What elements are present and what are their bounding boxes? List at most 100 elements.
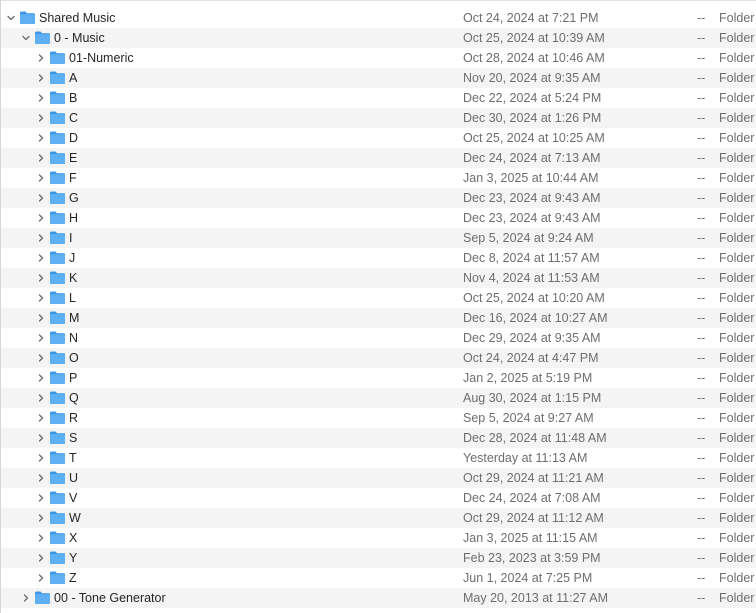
list-row[interactable]: S Dec 28, 2024 at 11:48 AM -- Folder xyxy=(1,428,756,448)
list-row[interactable]: X Jan 3, 2025 at 11:15 AM -- Folder xyxy=(1,528,756,548)
list-row[interactable]: M Dec 16, 2024 at 10:27 AM -- Folder xyxy=(1,308,756,328)
list-row[interactable]: P Jan 2, 2025 at 5:19 PM -- Folder xyxy=(1,368,756,388)
list-row[interactable]: 0 - Music Oct 25, 2024 at 10:39 AM -- Folde… xyxy=(1,28,756,48)
file-kind: Folder xyxy=(719,411,755,425)
list-row[interactable]: E Dec 24, 2024 at 7:13 AM -- Folder xyxy=(1,148,756,168)
list-row[interactable]: D Oct 25, 2024 at 10:25 AM -- Folder xyxy=(1,128,756,148)
folder-icon xyxy=(49,110,66,125)
file-size: -- xyxy=(697,451,706,465)
list-row[interactable]: J Dec 8, 2024 at 11:57 AM -- Folder xyxy=(1,248,756,268)
chevron-right-icon[interactable] xyxy=(37,114,45,122)
chevron-right-icon[interactable] xyxy=(37,454,45,462)
date-modified: Jan 3, 2025 at 10:44 AM xyxy=(463,171,599,185)
list-row[interactable]: 01-Numeric Oct 28, 2024 at 10:46 AM -- Fold… xyxy=(1,48,756,68)
chevron-right-icon[interactable] xyxy=(37,74,45,82)
chevron-down-icon[interactable] xyxy=(22,34,30,42)
chevron-right-icon[interactable] xyxy=(37,374,45,382)
file-size: -- xyxy=(697,71,706,85)
chevron-right-icon[interactable] xyxy=(37,434,45,442)
file-size: -- xyxy=(697,311,706,325)
file-size: -- xyxy=(697,171,706,185)
file-name: J xyxy=(69,251,76,265)
file-name: A xyxy=(69,71,78,85)
list-row[interactable]: L Oct 25, 2024 at 10:20 AM -- Folder xyxy=(1,288,756,308)
list-row[interactable]: K Nov 4, 2024 at 11:53 AM -- Folder xyxy=(1,268,756,288)
list-row[interactable]: I Sep 5, 2024 at 9:24 AM -- Folder xyxy=(1,228,756,248)
file-name: U xyxy=(69,471,79,485)
folder-icon xyxy=(19,10,36,25)
list-row[interactable]: V Dec 24, 2024 at 7:08 AM -- Folder xyxy=(1,488,756,508)
chevron-right-icon[interactable] xyxy=(37,394,45,402)
chevron-right-icon[interactable] xyxy=(37,414,45,422)
folder-icon xyxy=(34,30,51,45)
folder-icon xyxy=(49,370,66,385)
chevron-right-icon[interactable] xyxy=(37,134,45,142)
list-row[interactable]: T Yesterday at 11:13 AM -- Folder xyxy=(1,448,756,468)
file-size: -- xyxy=(697,571,706,585)
list-row[interactable]: R Sep 5, 2024 at 9:27 AM -- Folder xyxy=(1,408,756,428)
file-kind: Folder xyxy=(719,291,755,305)
chevron-right-icon[interactable] xyxy=(37,354,45,362)
file-name: I xyxy=(69,231,73,245)
chevron-right-icon[interactable] xyxy=(37,214,45,222)
list-row[interactable]: Shared Music Oct 24, 2024 at 7:21 PM -- Fol… xyxy=(1,8,756,28)
chevron-right-icon[interactable] xyxy=(37,154,45,162)
date-modified: Nov 20, 2024 at 9:35 AM xyxy=(463,71,601,85)
date-modified: Jan 2, 2025 at 5:19 PM xyxy=(463,371,593,385)
folder-icon xyxy=(49,510,66,525)
chevron-right-icon[interactable] xyxy=(37,334,45,342)
file-name: M xyxy=(69,311,80,325)
file-size: -- xyxy=(697,331,706,345)
chevron-right-icon[interactable] xyxy=(37,474,45,482)
date-modified: Dec 23, 2024 at 9:43 AM xyxy=(463,211,601,225)
folder-icon xyxy=(49,350,66,365)
date-modified: Jan 3, 2025 at 11:15 AM xyxy=(463,531,598,545)
list-row[interactable]: W Oct 29, 2024 at 11:12 AM -- Folder xyxy=(1,508,756,528)
chevron-right-icon[interactable] xyxy=(37,514,45,522)
list-row[interactable]: Y Feb 23, 2023 at 3:59 PM -- Folder xyxy=(1,548,756,568)
chevron-right-icon[interactable] xyxy=(37,574,45,582)
list-row[interactable]: C Dec 30, 2024 at 1:26 PM -- Folder xyxy=(1,108,756,128)
date-modified: Dec 24, 2024 at 7:08 AM xyxy=(463,491,601,505)
chevron-right-icon[interactable] xyxy=(37,554,45,562)
chevron-right-icon[interactable] xyxy=(37,254,45,262)
list-row[interactable]: N Dec 29, 2024 at 9:35 AM -- Folder xyxy=(1,328,756,348)
folder-icon xyxy=(49,330,66,345)
chevron-down-icon[interactable] xyxy=(7,14,15,22)
chevron-right-icon[interactable] xyxy=(37,194,45,202)
chevron-right-icon[interactable] xyxy=(22,594,30,602)
folder-icon xyxy=(49,130,66,145)
folder-icon xyxy=(49,50,66,65)
chevron-right-icon[interactable] xyxy=(37,314,45,322)
chevron-right-icon[interactable] xyxy=(37,54,45,62)
list-row[interactable]: G Dec 23, 2024 at 9:43 AM -- Folder xyxy=(1,188,756,208)
list-row[interactable]: Z Jun 1, 2024 at 7:25 PM -- Folder xyxy=(1,568,756,588)
folder-icon xyxy=(49,550,66,565)
list-row[interactable]: B Dec 22, 2024 at 5:24 PM -- Folder xyxy=(1,88,756,108)
file-name: C xyxy=(69,111,79,125)
file-name: G xyxy=(69,191,79,205)
chevron-right-icon[interactable] xyxy=(37,274,45,282)
list-row[interactable]: H Dec 23, 2024 at 9:43 AM -- Folder xyxy=(1,208,756,228)
list-row[interactable]: 00 - Tone Generator May 20, 2013 at 11:27… xyxy=(1,588,756,608)
date-modified: Oct 29, 2024 at 11:21 AM xyxy=(463,471,604,485)
file-kind: Folder xyxy=(719,151,755,165)
file-size: -- xyxy=(697,411,706,425)
chevron-right-icon[interactable] xyxy=(37,94,45,102)
list-row[interactable]: Q Aug 30, 2024 at 1:15 PM -- Folder xyxy=(1,388,756,408)
chevron-right-icon[interactable] xyxy=(37,494,45,502)
list-row[interactable]: A Nov 20, 2024 at 9:35 AM -- Folder xyxy=(1,68,756,88)
list-row[interactable]: F Jan 3, 2025 at 10:44 AM -- Folder xyxy=(1,168,756,188)
file-size: -- xyxy=(697,191,706,205)
folder-icon xyxy=(49,210,66,225)
file-size: -- xyxy=(697,551,706,565)
chevron-right-icon[interactable] xyxy=(37,534,45,542)
chevron-right-icon[interactable] xyxy=(37,234,45,242)
chevron-right-icon[interactable] xyxy=(37,294,45,302)
file-size: -- xyxy=(697,251,706,265)
chevron-right-icon[interactable] xyxy=(37,174,45,182)
date-modified: Jun 1, 2024 at 7:25 PM xyxy=(463,571,593,585)
list-row[interactable]: U Oct 29, 2024 at 11:21 AM -- Folder xyxy=(1,468,756,488)
date-modified: Dec 23, 2024 at 9:43 AM xyxy=(463,191,601,205)
list-row[interactable]: O Oct 24, 2024 at 4:47 PM -- Folder xyxy=(1,348,756,368)
